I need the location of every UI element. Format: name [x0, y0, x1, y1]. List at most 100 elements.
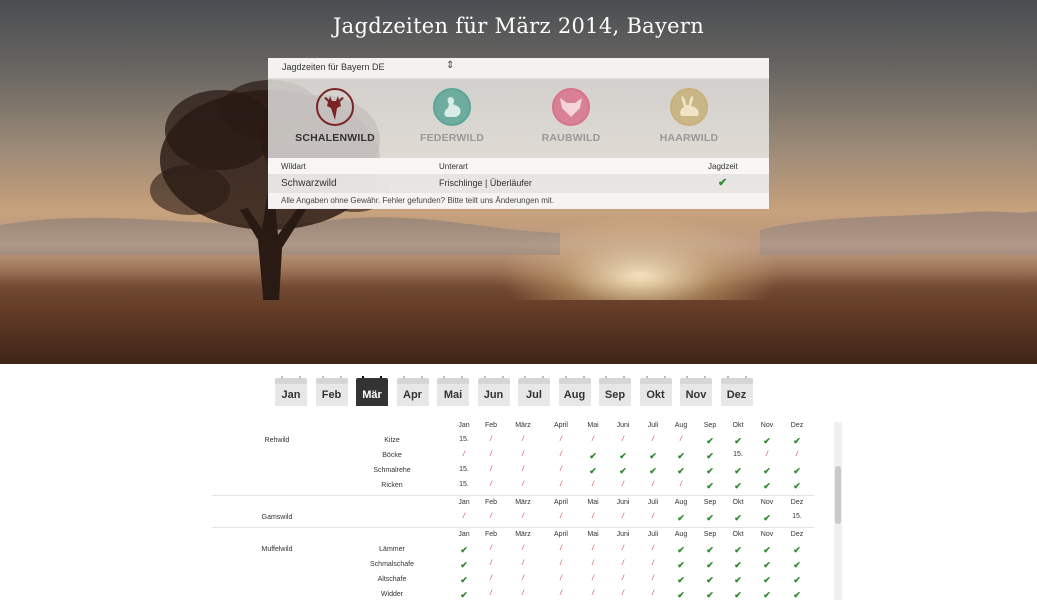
closed-season-mark: / — [522, 451, 524, 458]
subspecies-label: Schmalschafe — [370, 561, 414, 568]
month-header: Jan — [458, 499, 470, 506]
month-jun[interactable]: Jun — [477, 376, 510, 406]
check-icon: ✔ — [706, 436, 714, 446]
month-nov[interactable]: Nov — [680, 376, 712, 406]
tab-federwild[interactable]: FEDERWILD — [393, 88, 511, 144]
subspecies-label: Kitze — [384, 437, 400, 444]
hunting-season-panel: Jagdzeiten für Bayern DE ⇕ SCHALENWILD F… — [268, 58, 769, 209]
check-icon: ✔ — [460, 575, 468, 585]
check-icon: ✔ — [793, 560, 801, 570]
month-label: Aug — [558, 384, 591, 406]
closed-season-mark: / — [490, 560, 492, 567]
species-label: Gamswild — [261, 514, 293, 521]
subspecies-label: Böcke — [382, 452, 402, 459]
closed-season-mark: / — [560, 451, 562, 458]
check-icon: ✔ — [649, 466, 657, 476]
closed-season-mark: / — [522, 545, 524, 552]
check-icon: ✔ — [677, 466, 685, 476]
closed-season-mark: / — [560, 466, 562, 473]
check-icon: ✔ — [706, 545, 714, 555]
check-icon: ✔ — [677, 575, 685, 585]
month-header: Dez — [790, 422, 804, 429]
tab-label: RAUBWILD — [541, 132, 601, 144]
month-header: Feb — [484, 531, 498, 538]
check-icon: ✔ — [677, 560, 685, 570]
closed-season-mark: / — [622, 436, 624, 443]
month-jan[interactable]: Jan — [275, 376, 307, 406]
month-label: Sep — [599, 384, 631, 406]
month-jul[interactable]: Jul — [518, 376, 550, 406]
month-apr[interactable]: Apr — [396, 376, 429, 406]
month-header: Aug — [674, 531, 688, 538]
row-unterart: Frischlinge | Überläufer — [439, 178, 532, 188]
check-icon: ✔ — [649, 451, 657, 461]
closed-season-mark: / — [560, 545, 562, 552]
check-icon: ✔ — [734, 575, 742, 585]
check-icon: ✔ — [460, 590, 468, 600]
month-header: Jan — [458, 531, 470, 538]
month-header: Jan — [458, 422, 470, 429]
header-wildart: Wildart — [281, 162, 306, 171]
check-icon: ✔ — [734, 590, 742, 600]
check-icon: ✔ — [793, 466, 801, 476]
closed-season-mark: / — [592, 575, 594, 582]
month-aug[interactable]: Aug — [558, 376, 591, 406]
month-mai[interactable]: Mai — [437, 376, 469, 406]
check-icon: ✔ — [793, 590, 801, 600]
closed-season-mark: / — [522, 590, 524, 597]
closed-season-mark: / — [652, 481, 654, 488]
tab-raubwild[interactable]: RAUBWILD — [512, 88, 630, 144]
check-icon: ✔ — [734, 513, 742, 523]
check-icon: ✔ — [793, 545, 801, 555]
closed-season-mark: / — [622, 545, 624, 552]
month-feb[interactable]: Feb — [315, 376, 348, 406]
closed-season-mark: / — [592, 545, 594, 552]
closed-season-mark: / — [490, 545, 492, 552]
result-table-header: Wildart Unterart Jagdzeit — [268, 158, 769, 174]
month-header: Feb — [484, 422, 498, 429]
check-icon: ✔ — [763, 466, 771, 476]
month-label: Dez — [720, 384, 753, 406]
month-label: Jun — [477, 384, 510, 406]
closed-season-mark: / — [592, 560, 594, 567]
scrollbar-thumb[interactable] — [835, 466, 841, 524]
month-header: Mai — [587, 422, 599, 429]
month-header: Juni — [616, 422, 630, 429]
closed-season-mark: / — [652, 545, 654, 552]
region-select[interactable]: Jagdzeiten für Bayern DE ⇕ — [268, 58, 769, 79]
closed-season-mark: / — [592, 436, 594, 443]
month-mär[interactable]: Mär — [356, 376, 388, 406]
check-icon: ✔ — [763, 436, 771, 446]
month-label: Mär — [356, 384, 388, 406]
check-icon: ✔ — [677, 545, 685, 555]
check-icon: ✔ — [677, 451, 685, 461]
species-label: Rehwild — [264, 437, 290, 444]
month-header: Juni — [616, 499, 630, 506]
check-icon: ✔ — [734, 436, 742, 446]
month-label: Mai — [437, 384, 469, 406]
tab-schalenwild[interactable]: SCHALENWILD — [276, 88, 394, 144]
check-icon: ✔ — [763, 481, 771, 491]
month-dez[interactable]: Dez — [720, 376, 753, 406]
tab-haarwild[interactable]: HAARWILD — [630, 88, 748, 144]
month-okt[interactable]: Okt — [639, 376, 672, 406]
check-icon: ✔ — [706, 513, 714, 523]
check-icon: ✔ — [706, 451, 714, 461]
header-jagdzeit: Jagdzeit — [708, 162, 738, 171]
closed-season-mark: / — [652, 590, 654, 597]
month-label: Nov — [680, 384, 712, 406]
scrollbar[interactable] — [834, 422, 842, 600]
month-sep[interactable]: Sep — [599, 376, 631, 406]
row-wildart: Schwarzwild — [281, 178, 337, 189]
closed-season-mark: / — [490, 590, 492, 597]
closed-season-mark: / — [560, 590, 562, 597]
month-header: Dez — [790, 531, 804, 538]
check-icon: ✔ — [706, 575, 714, 585]
fox-icon — [552, 88, 590, 126]
closed-season-mark: / — [490, 451, 492, 458]
month-header: Okt — [732, 422, 744, 429]
check-icon: ✔ — [763, 545, 771, 555]
tab-label: SCHALENWILD — [295, 132, 375, 144]
month-header: April — [553, 531, 568, 538]
closed-season-mark: / — [592, 481, 594, 488]
